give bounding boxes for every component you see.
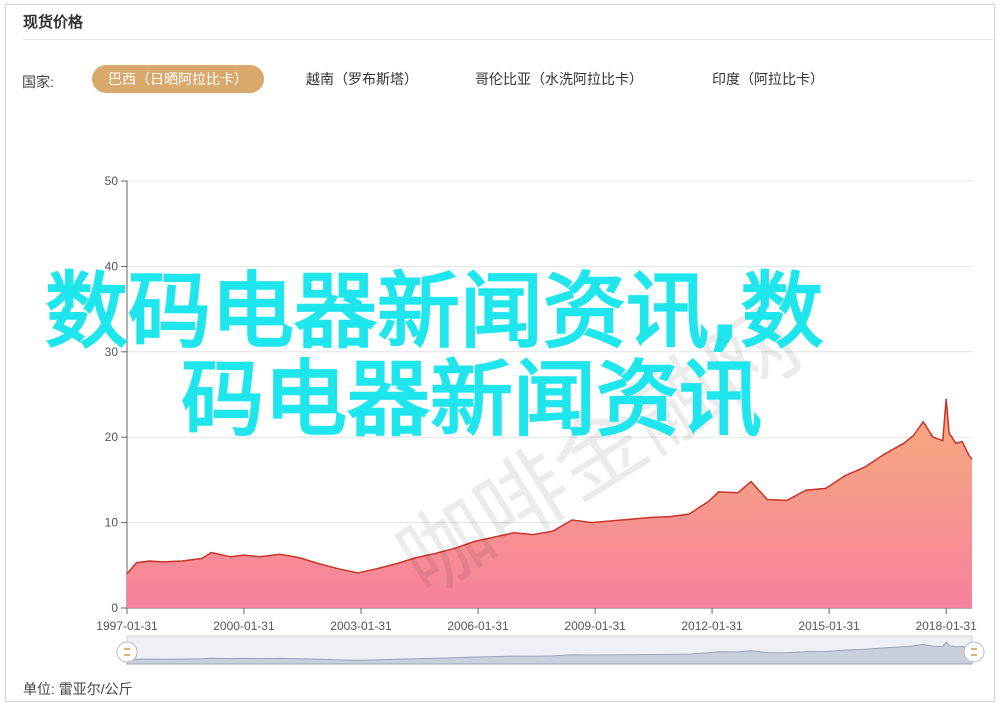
y-tick-label: 30	[105, 345, 119, 359]
range-slider[interactable]	[116, 635, 985, 665]
x-tick-label: 2012-01-31	[681, 619, 743, 633]
y-tick-label: 40	[105, 259, 119, 273]
x-tick-label: 2000-01-31	[213, 619, 275, 633]
x-tick-label: 2009-01-31	[564, 619, 626, 633]
price-area	[127, 398, 972, 608]
slider-handle-right[interactable]	[963, 641, 985, 663]
handle-knob	[963, 641, 985, 663]
x-tick-label: 1997-01-31	[96, 619, 158, 633]
x-tick-label: 2015-01-31	[798, 619, 860, 633]
x-tick-label: 2018-01-31	[915, 619, 977, 633]
y-tick-label: 10	[105, 516, 119, 530]
handle-knob	[116, 641, 138, 663]
x-tick-label: 2006-01-31	[447, 619, 509, 633]
y-tick-label: 0	[111, 601, 118, 615]
y-tick-label: 50	[105, 174, 119, 188]
slider-handle-left[interactable]	[116, 641, 138, 663]
y-tick-label: 20	[105, 430, 119, 444]
price-chart: 0 10 20 30 40 50 1997-01-31 2000-01-31 2003-01-3…	[96, 174, 985, 665]
x-tick-label: 2003-01-31	[330, 619, 392, 633]
